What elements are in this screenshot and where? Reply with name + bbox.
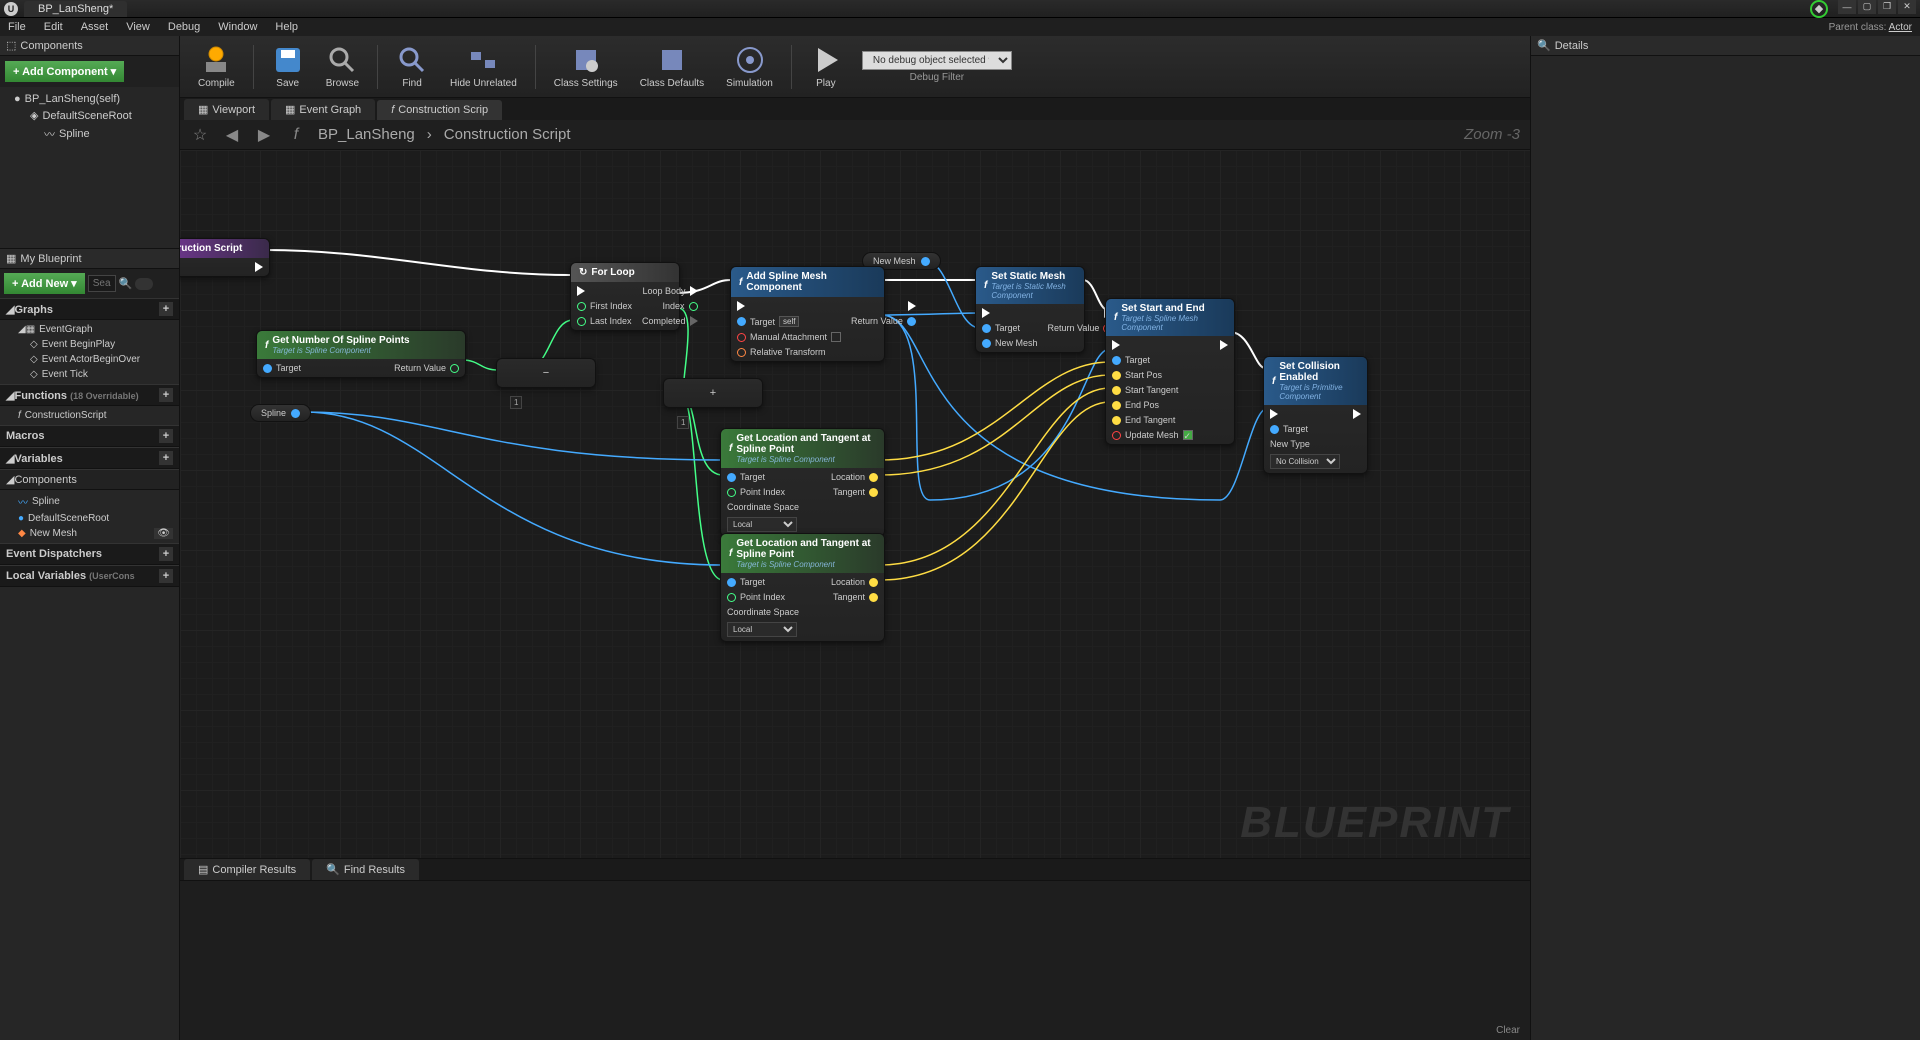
- var-pill-spline[interactable]: Spline: [250, 404, 311, 422]
- add-dispatcher-icon[interactable]: +: [159, 547, 173, 561]
- node-add-spline-mesh[interactable]: f Add Spline Mesh Component Target self …: [730, 266, 885, 362]
- node-get-loc-tangent-2[interactable]: fGet Location and Tangent at Spline Poin…: [720, 533, 885, 642]
- menubar: File Edit Asset View Debug Window Help P…: [0, 18, 1920, 36]
- event-beginplay[interactable]: ◇ Event BeginPlay: [0, 337, 179, 352]
- event-actorbeginover[interactable]: ◇ Event ActorBeginOver: [0, 352, 179, 367]
- tab-viewport[interactable]: ▦ Viewport: [184, 99, 269, 120]
- close-button[interactable]: ✕: [1898, 0, 1916, 14]
- node-get-num-spline-points[interactable]: fGet Number Of Spline PointsTarget is Sp…: [256, 330, 466, 378]
- compile-button[interactable]: Compile: [188, 39, 245, 95]
- section-dispatchers[interactable]: Event Dispatchers+: [0, 543, 179, 565]
- node-subtract[interactable]: −: [496, 358, 596, 388]
- add-local-icon[interactable]: +: [159, 569, 173, 583]
- tab-construction-script[interactable]: f Construction Scrip: [377, 100, 502, 120]
- title-tab[interactable]: BP_LanSheng*: [24, 1, 127, 17]
- add-function-icon[interactable]: +: [159, 388, 173, 402]
- node-set-collision[interactable]: fSet Collision EnabledTarget is Primitiv…: [1263, 356, 1368, 474]
- coord-space-select-2[interactable]: Local: [727, 622, 797, 637]
- nav-forward-icon[interactable]: ▶: [254, 125, 274, 145]
- hide-unrelated-button[interactable]: Hide Unrelated: [440, 39, 527, 95]
- tab-event-graph[interactable]: ▦ Event Graph: [271, 99, 375, 120]
- collision-type-select[interactable]: No Collision: [1270, 454, 1340, 469]
- node-construction-script[interactable]: Construction Script: [180, 238, 270, 277]
- add-graph-icon[interactable]: +: [159, 302, 173, 316]
- section-variables[interactable]: ◢Variables+: [0, 447, 179, 469]
- components-panel-header: ⬚ Components: [0, 36, 179, 56]
- event-tick[interactable]: ◇ Event Tick: [0, 367, 179, 382]
- parent-class-link[interactable]: Actor: [1889, 22, 1912, 33]
- var-scene-root[interactable]: ● DefaultSceneRoot: [0, 511, 179, 526]
- search-icon[interactable]: 🔍: [119, 277, 133, 290]
- var-new-mesh[interactable]: ◆ New Mesh 👁: [0, 526, 179, 541]
- menu-file[interactable]: File: [8, 21, 26, 33]
- zoom-label: Zoom -3: [1464, 126, 1520, 143]
- menu-window[interactable]: Window: [218, 21, 257, 33]
- var-spline[interactable]: 〰 Spline: [0, 492, 179, 511]
- add-input[interactable]: 1: [677, 416, 689, 429]
- maximize-button[interactable]: ▢: [1858, 0, 1876, 14]
- add-component-button[interactable]: + Add Component ▾: [5, 61, 124, 82]
- myblueprint-header: ▦ My Blueprint: [0, 249, 179, 269]
- node-for-loop[interactable]: ↻ For Loop First Index Last Index Loop B…: [570, 262, 680, 331]
- tab-find-results[interactable]: 🔍 Find Results: [312, 859, 419, 880]
- node-set-static-mesh[interactable]: fSet Static MeshTarget is Static Mesh Co…: [975, 266, 1085, 353]
- add-new-button[interactable]: + Add New ▾: [4, 273, 85, 294]
- component-scene-root[interactable]: ◈ DefaultSceneRoot: [0, 107, 179, 124]
- component-spline[interactable]: 〰 Spline: [0, 124, 179, 144]
- breadcrumb: ☆ ◀ ▶ f BP_LanSheng › Construction Scrip…: [180, 120, 1530, 150]
- breadcrumb-bp[interactable]: BP_LanSheng: [318, 126, 415, 143]
- section-macros[interactable]: Macros+: [0, 425, 179, 447]
- main-toolbar: Compile Save Browse Find Hide Unrelated …: [180, 36, 1530, 98]
- menu-debug[interactable]: Debug: [168, 21, 200, 33]
- view-options-icon[interactable]: [135, 278, 153, 290]
- nav-back-icon[interactable]: ◀: [222, 125, 242, 145]
- class-defaults-button[interactable]: Class Defaults: [630, 39, 714, 95]
- coord-space-select-1[interactable]: Local: [727, 517, 797, 532]
- section-functions[interactable]: ◢Functions (18 Overridable)+: [0, 384, 179, 406]
- breadcrumb-graph[interactable]: Construction Script: [444, 126, 571, 143]
- function-icon: f: [286, 125, 306, 145]
- node-add[interactable]: +: [663, 378, 763, 408]
- menu-help[interactable]: Help: [275, 21, 298, 33]
- minimize-button[interactable]: —: [1838, 0, 1856, 14]
- play-button[interactable]: Play: [800, 39, 852, 95]
- function-constructionscript[interactable]: f ConstructionScript: [0, 408, 179, 423]
- tab-compiler-results[interactable]: ▤ Compiler Results: [184, 859, 310, 880]
- favorite-icon[interactable]: ☆: [190, 125, 210, 145]
- myblueprint-search[interactable]: [88, 275, 116, 292]
- section-locals[interactable]: Local Variables (UserCons+: [0, 565, 179, 587]
- browse-button[interactable]: Browse: [316, 39, 369, 95]
- debug-object-select[interactable]: No debug object selected ▾: [862, 51, 1012, 70]
- menu-view[interactable]: View: [126, 21, 150, 33]
- section-components-vars[interactable]: ◢Components: [0, 469, 179, 490]
- ue-logo-icon: U: [4, 2, 18, 16]
- breadcrumb-sep: ›: [427, 126, 432, 143]
- restore-button[interactable]: ❐: [1878, 0, 1896, 14]
- simulation-button[interactable]: Simulation: [716, 39, 783, 95]
- node-get-loc-tangent-1[interactable]: fGet Location and Tangent at Spline Poin…: [720, 428, 885, 537]
- clear-button[interactable]: Clear: [1496, 1025, 1520, 1036]
- add-variable-icon[interactable]: +: [159, 451, 173, 465]
- menu-edit[interactable]: Edit: [44, 21, 63, 33]
- class-settings-button[interactable]: Class Settings: [544, 39, 628, 95]
- blueprint-watermark: BLUEPRINT: [1240, 798, 1510, 848]
- graph-eventgraph[interactable]: ◢▦ EventGraph: [0, 322, 179, 337]
- component-self[interactable]: ● BP_LanSheng(self): [0, 91, 179, 107]
- subtract-input[interactable]: 1: [510, 396, 522, 409]
- details-panel-header: 🔍 Details: [1531, 36, 1920, 56]
- menu-asset[interactable]: Asset: [81, 21, 109, 33]
- graph-canvas[interactable]: Construction Script fGet Number Of Splin…: [180, 150, 1530, 858]
- section-graphs[interactable]: ◢Graphs+: [0, 298, 179, 320]
- find-button[interactable]: Find: [386, 39, 438, 95]
- node-set-start-end[interactable]: fSet Start and EndTarget is Spline Mesh …: [1105, 298, 1235, 445]
- save-button[interactable]: Save: [262, 39, 314, 95]
- debug-filter-label: Debug Filter: [862, 72, 1012, 83]
- parent-class-label: Parent class: Actor: [1829, 22, 1912, 33]
- add-macro-icon[interactable]: +: [159, 429, 173, 443]
- output-panel: Clear: [180, 880, 1530, 1040]
- source-control-icon[interactable]: ◆: [1810, 0, 1828, 18]
- titlebar: U BP_LanSheng* ◆ — ▢ ❐ ✕: [0, 0, 1920, 18]
